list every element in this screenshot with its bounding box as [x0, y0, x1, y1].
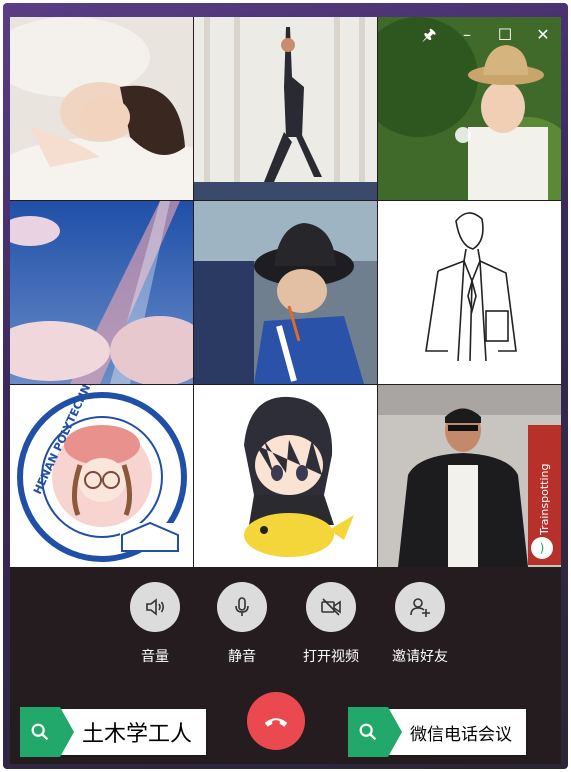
man-in-suit-sketch — [378, 201, 561, 384]
participant-tile-8[interactable] — [194, 385, 377, 567]
invite-label: 邀请好友 — [392, 649, 448, 665]
add-user-icon[interactable] — [395, 582, 445, 632]
search-icon — [20, 707, 74, 757]
anime-boy-on-chick-avatar — [194, 385, 377, 567]
sky-sunrays-photo — [10, 201, 193, 384]
poster-text: Trainspotting — [538, 464, 551, 536]
camera-off-icon[interactable] — [306, 582, 356, 632]
call-controls: 音量 静音 打开视频 邀请好友 — [10, 582, 561, 672]
search-icon — [348, 707, 402, 757]
pin-icon[interactable]: 🖈 — [421, 27, 437, 43]
participant-tile-1[interactable] — [10, 17, 193, 200]
speaking-indicator-icon: ) — [531, 537, 553, 559]
minimize-icon[interactable]: – — [459, 27, 475, 43]
speaker-icon[interactable] — [130, 582, 180, 632]
microphone-icon[interactable] — [217, 582, 267, 632]
participant-tile-9[interactable]: Trainspotting ) — [378, 385, 561, 567]
participant-tile-7[interactable]: HENAN POLYTECHNIC UNIVERSITY — [10, 385, 193, 567]
participant-tile-3[interactable] — [378, 17, 561, 200]
search-tag-right-text: 微信电话会议 — [388, 709, 526, 755]
yoga-pose-photo — [194, 17, 377, 200]
university-emblem-avatar: HENAN POLYTECHNIC UNIVERSITY — [10, 385, 193, 567]
child-with-straw-hat-photo — [378, 17, 561, 200]
invite-control[interactable]: 邀请好友 — [375, 582, 465, 666]
girl-lying-on-bed-photo — [10, 17, 193, 200]
search-tag-right[interactable]: 微信电话会议 — [348, 707, 526, 757]
participant-tile-6[interactable] — [378, 201, 561, 384]
search-tag-left-text: 土木学工人 — [60, 709, 207, 755]
group-call-window: 🖈 – ☐ ✕ HENAN POLYTECHNIC Trainspotting … — [10, 17, 561, 764]
search-tag-left[interactable]: 土木学工人 — [20, 707, 207, 757]
participant-tile-5[interactable] — [194, 201, 377, 384]
child-in-bucket-hat-photo — [194, 201, 377, 384]
mute-label: 静音 — [228, 649, 256, 665]
volume-label: 音量 — [141, 649, 169, 665]
video-control[interactable]: 打开视频 — [286, 582, 376, 666]
mute-control[interactable]: 静音 — [197, 582, 287, 666]
maximize-icon[interactable]: ☐ — [497, 27, 513, 43]
window-controls: 🖈 – ☐ ✕ — [421, 27, 551, 43]
participant-grid: HENAN POLYTECHNIC UNIVERSITY — [10, 17, 561, 567]
hangup-button[interactable] — [247, 692, 305, 750]
hangup-phone-icon — [264, 718, 288, 727]
video-label: 打开视频 — [303, 649, 359, 665]
participant-tile-4[interactable] — [10, 201, 193, 384]
close-icon[interactable]: ✕ — [535, 27, 551, 43]
volume-control[interactable]: 音量 — [110, 582, 200, 666]
participant-tile-2[interactable] — [194, 17, 377, 200]
